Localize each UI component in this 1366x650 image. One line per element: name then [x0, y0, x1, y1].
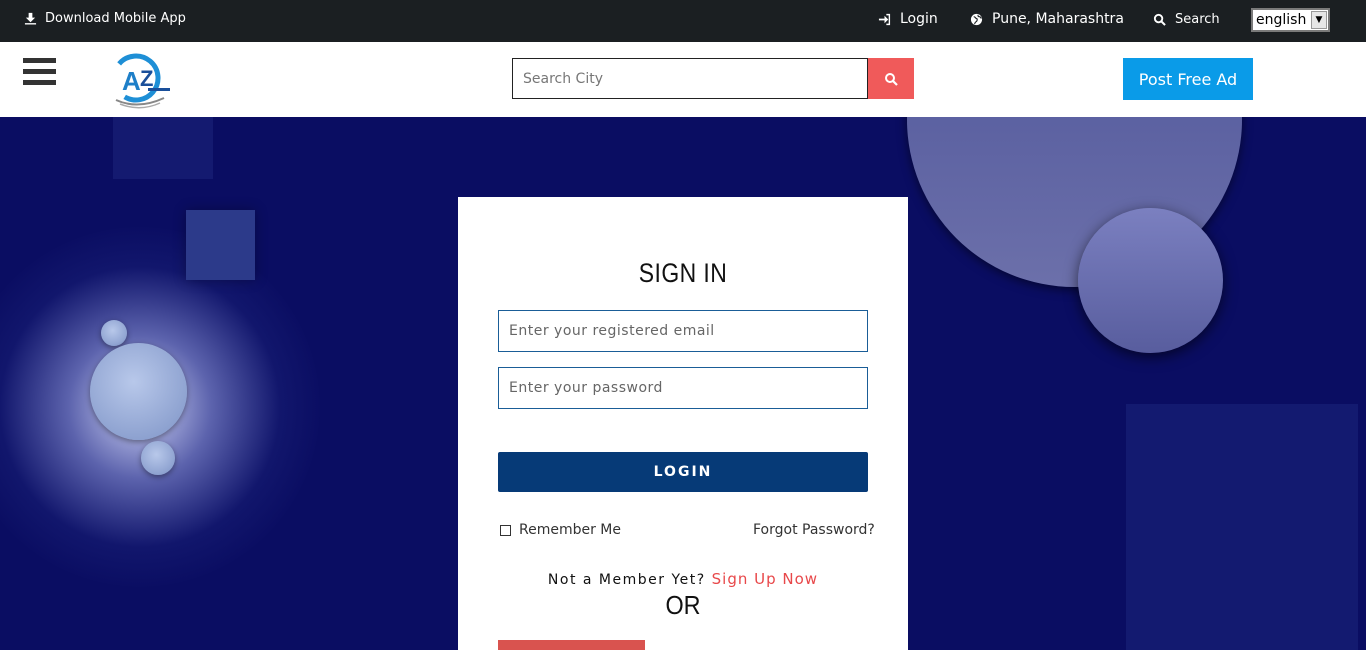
location-selector[interactable]: Pune, Maharashtra — [970, 11, 1124, 27]
site-logo[interactable]: A Z — [108, 48, 172, 112]
dropdown-arrow-icon: ▼ — [1311, 11, 1327, 29]
decor-square — [113, 117, 213, 179]
login-button[interactable]: LOGIN — [498, 452, 868, 492]
sign-in-icon — [878, 13, 891, 25]
decor-circle-medium — [1078, 208, 1223, 353]
member-prompt: Not a Member Yet? Sign Up Now — [458, 570, 908, 588]
or-divider: OR — [665, 590, 701, 620]
login-link[interactable]: Login — [878, 11, 938, 27]
decor-square — [1126, 404, 1358, 650]
sign-in-card: SIGN IN LOGIN Remember Me Forgot Passwor… — [458, 197, 908, 650]
search-icon — [885, 72, 898, 86]
email-field[interactable] — [498, 310, 868, 352]
menu-icon[interactable] — [23, 58, 56, 86]
logo-icon: A Z — [111, 53, 170, 109]
search-city-button[interactable] — [868, 58, 914, 99]
top-bar: Download Mobile App Login Pune, Maharash… — [0, 0, 1366, 42]
svg-text:Z: Z — [140, 66, 153, 91]
remember-me[interactable]: Remember Me — [500, 522, 621, 538]
main-header: A Z Post Free Ad — [0, 42, 1366, 117]
post-free-ad-button[interactable]: Post Free Ad — [1123, 58, 1253, 100]
top-search-link[interactable]: Search — [1153, 12, 1220, 27]
login-label: Login — [900, 11, 938, 27]
decor-circle — [101, 320, 127, 346]
sign-in-title: SIGN IN — [638, 258, 728, 288]
decor-circle — [90, 343, 187, 440]
language-select[interactable]: english ▼ — [1251, 8, 1330, 32]
download-app-label: Download Mobile App — [45, 11, 186, 26]
globe-icon — [970, 13, 983, 25]
decor-square — [186, 210, 255, 280]
social-login-button[interactable] — [498, 640, 645, 650]
download-icon — [24, 12, 37, 25]
forgot-password-link[interactable]: Forgot Password? — [753, 522, 875, 538]
member-prompt-text: Not a Member Yet? — [547, 572, 706, 588]
remember-me-checkbox[interactable] — [500, 524, 511, 536]
password-field[interactable] — [498, 367, 868, 409]
language-selected-value: english — [1256, 12, 1307, 28]
search-city-input[interactable] — [512, 58, 868, 99]
download-app-link[interactable]: Download Mobile App — [24, 11, 186, 26]
decor-circle — [141, 441, 175, 475]
location-label: Pune, Maharashtra — [992, 11, 1124, 27]
search-icon — [1153, 13, 1166, 26]
search-label: Search — [1175, 12, 1220, 27]
sign-up-link[interactable]: Sign Up Now — [712, 570, 818, 588]
svg-text:A: A — [122, 66, 141, 96]
remember-me-label: Remember Me — [519, 522, 621, 538]
